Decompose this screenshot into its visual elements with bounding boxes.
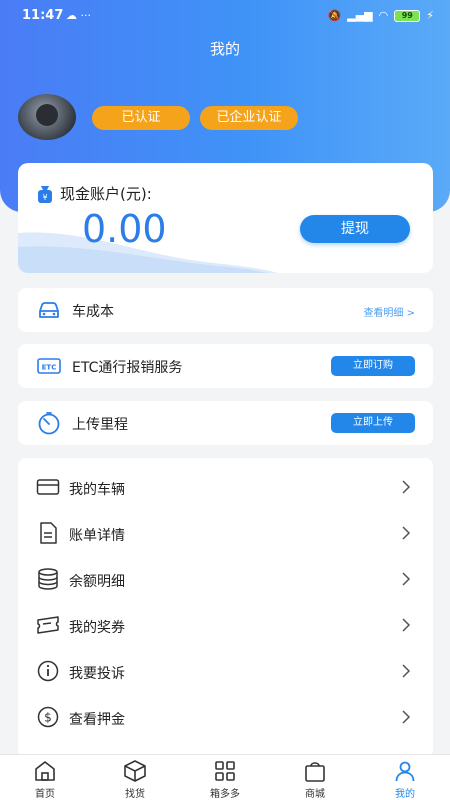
signal-icon: ▂▄▆ [347,9,373,22]
svg-text:¥: ¥ [42,193,47,202]
status-bar: 11:47 ☁ ··· 🔕 ▂▄▆ ◠ 99 ⚡ [0,0,450,32]
notification-icons: ☁ ··· [66,9,91,22]
car-icon [39,302,59,318]
view-details-link[interactable]: 查看明细 > [363,304,415,319]
upload-mileage-row[interactable]: 上传里程 立即上传 [18,401,433,445]
wifi-icon: ◠ [378,9,389,22]
car-cost-row[interactable]: 车成本 查看明细 > [18,288,433,332]
menu-item-label: 账单详情 [69,528,125,544]
chevron-right-icon [402,710,411,724]
menu-item-bill-details[interactable]: 账单详情 [18,510,433,556]
etc-service-label: ETC通行报销服务 [72,360,183,376]
upload-mileage-label: 上传里程 [72,417,128,433]
enterprise-verified-badge: 已企业认证 [200,106,298,130]
menu-item-balance-details[interactable]: 余额明细 [18,556,433,602]
ticket-icon [37,616,59,634]
menu-item-complaint[interactable]: 我要投诉 [18,648,433,694]
charging-icon: ⚡ [426,9,434,22]
tab-label: 箱多多 [210,789,240,800]
menu-item-my-coupons[interactable]: 我的奖券 [18,602,433,648]
svg-text:ETC: ETC [42,364,57,372]
menu-item-label: 我的车辆 [69,482,125,498]
chevron-right-icon [402,526,411,540]
grid-icon [215,761,235,781]
svg-text:$: $ [44,711,52,725]
tab-mine[interactable]: 我的 [360,755,450,800]
tab-find-goods[interactable]: 找货 [90,755,180,800]
tab-home[interactable]: 首页 [0,755,90,800]
money-bag-icon: ¥ [38,185,52,203]
verified-badge: 已认证 [92,106,190,130]
chevron-right-icon [402,618,411,632]
page-title: 我的 [209,40,240,58]
car-cost-label: 车成本 [72,304,114,320]
bottom-tab-bar: 首页 找货 箱多多 商城 我的 [0,754,450,800]
cash-account-label: 现金账户(元): [60,185,152,203]
box-icon [124,760,146,782]
withdraw-button[interactable]: 提现 [300,215,410,243]
mute-icon: 🔕 [327,9,342,22]
menu-item-label: 我要投诉 [69,666,125,682]
tab-xiangduoduo[interactable]: 箱多多 [180,755,270,800]
timer-icon [38,412,60,435]
etc-service-row[interactable]: ETC ETC通行报销服务 立即订购 [18,344,433,388]
avatar[interactable] [18,94,76,140]
bag-icon [305,762,325,782]
info-icon [37,660,59,682]
system-icons: 🔕 ▂▄▆ ◠ 99 ⚡ [328,9,434,22]
menu-item-label: 余额明细 [69,574,125,590]
tab-label: 首页 [35,789,55,800]
etc-icon: ETC [37,358,61,374]
tab-mall[interactable]: 商城 [270,755,360,800]
battery-icon: 99 [394,9,421,22]
tab-label: 商城 [305,789,325,800]
document-icon [40,522,57,544]
status-time: 11:47 [22,8,64,23]
cash-account-label-group: ¥ 现金账户(元): [36,183,152,204]
menu-item-label: 查看押金 [69,712,125,728]
chevron-right-icon [402,572,411,586]
home-icon [35,761,55,781]
upload-now-button[interactable]: 立即上传 [331,413,415,433]
coins-icon [38,568,58,590]
cash-account-card: ¥ 现金账户(元): 0.00 提现 [18,163,433,273]
user-icon [395,761,415,782]
chevron-right-icon [402,480,411,494]
order-now-button[interactable]: 立即订购 [331,356,415,376]
tab-label: 找货 [125,789,145,800]
card-icon [36,479,60,495]
menu-list: 我的车辆 账单详情 余额明细 我的奖券 我要投诉 $ 查看押金 [18,458,433,758]
dollar-icon: $ [37,706,59,728]
menu-item-label: 我的奖券 [69,620,125,636]
cash-amount: 0.00 [82,207,167,251]
tab-label: 我的 [395,789,415,800]
menu-item-my-vehicles[interactable]: 我的车辆 [18,464,433,510]
chevron-right-icon [402,664,411,678]
menu-item-view-deposit[interactable]: $ 查看押金 [18,694,433,740]
